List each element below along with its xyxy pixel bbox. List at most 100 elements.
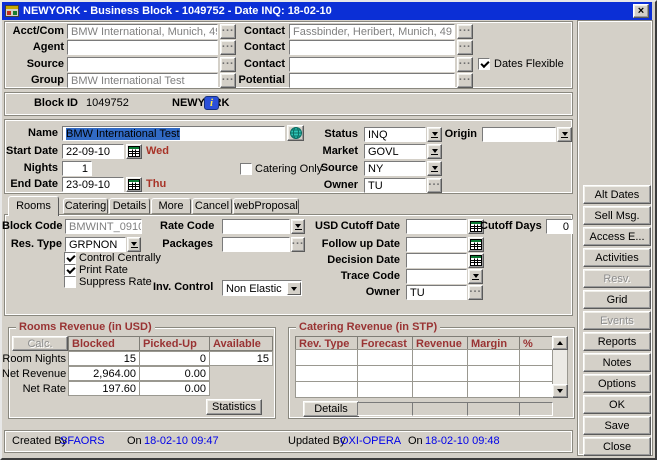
close-action-button[interactable]: Close	[583, 437, 651, 456]
tab-cancel[interactable]: Cancel	[192, 198, 232, 214]
alt-dates-button[interactable]: Alt Dates	[583, 185, 651, 204]
calendar-icon	[128, 179, 140, 190]
print-rate-checkbox[interactable]	[64, 264, 76, 276]
inv-control-combobox[interactable]: Non Elastic	[222, 280, 302, 296]
catering-cell[interactable]	[412, 349, 468, 366]
tab-rooms[interactable]: Rooms	[8, 196, 59, 216]
packages-lookup-button[interactable]: ...	[291, 237, 305, 252]
grid-button[interactable]: Grid	[583, 290, 651, 309]
block-id-value: 1049752	[86, 96, 129, 111]
catering-cell[interactable]	[357, 381, 413, 398]
owner-field[interactable]: TU	[364, 178, 426, 193]
contact3-field[interactable]	[289, 57, 455, 72]
catering-cell[interactable]	[467, 349, 520, 366]
control-centrally-checkbox[interactable]	[64, 252, 76, 264]
ok-button[interactable]: OK	[583, 395, 651, 414]
rate-code-dropdown-button[interactable]	[291, 219, 305, 234]
scroll-up-button[interactable]	[552, 336, 568, 350]
catering-cell[interactable]	[519, 381, 553, 398]
acct-com-field[interactable]: BMW International, Munich, 49 8 215 6	[67, 24, 218, 39]
cutoff-date-field[interactable]	[406, 219, 467, 234]
contact3-lookup-button[interactable]: ...	[457, 57, 473, 72]
origin-dropdown-button[interactable]	[557, 127, 572, 142]
sell-msg-button[interactable]: Sell Msg.	[583, 206, 651, 225]
net-revenue-pickedup[interactable]: 0.00	[139, 366, 210, 381]
notes-button[interactable]: Notes	[583, 353, 651, 372]
rate-code-field[interactable]	[222, 219, 290, 234]
origin-field[interactable]	[482, 127, 556, 142]
contact1-lookup-button[interactable]: ...	[457, 24, 473, 39]
catering-cell[interactable]	[412, 381, 468, 398]
catering-cell[interactable]	[519, 349, 553, 366]
catering-cell[interactable]	[412, 365, 468, 382]
agent-field[interactable]	[67, 40, 218, 55]
tab-more[interactable]: More	[151, 198, 191, 214]
start-date-field[interactable]: 22-09-10	[62, 144, 124, 159]
contact1-field[interactable]: Fassbinder, Heribert, Munich, 49 8 125	[289, 24, 455, 39]
tab-webproposal[interactable]: webProposal	[233, 198, 299, 214]
room-nights-blocked[interactable]: 15	[68, 351, 140, 366]
source-dropdown-button[interactable]	[427, 161, 442, 176]
scroll-down-button[interactable]	[552, 384, 568, 398]
name-field[interactable]: BMW International Test	[62, 126, 285, 141]
statistics-button[interactable]: Statistics	[206, 399, 262, 415]
follow-up-date-field[interactable]	[406, 237, 467, 252]
tab-catering[interactable]: Catering	[63, 198, 108, 214]
trace-code-field[interactable]	[406, 269, 467, 284]
room-nights-pickedup[interactable]: 0	[139, 351, 210, 366]
contact2-lookup-button[interactable]: ...	[457, 40, 473, 55]
status-field[interactable]: INQ	[364, 127, 426, 142]
net-rate-blocked[interactable]: 197.60	[68, 381, 140, 396]
titlebar[interactable]: NEWYORK - Business Block - 1049752 - Dat…	[2, 2, 652, 20]
source-code-field[interactable]: NY	[364, 161, 426, 176]
catering-cell[interactable]	[357, 365, 413, 382]
potential-field[interactable]	[289, 73, 455, 88]
group-field[interactable]: BMW International Test	[67, 73, 218, 88]
save-button[interactable]: Save	[583, 416, 651, 435]
options-button[interactable]: Options	[583, 374, 651, 393]
catering-cell[interactable]	[467, 381, 520, 398]
catering-cell[interactable]	[295, 349, 358, 366]
contact2-field[interactable]	[289, 40, 455, 55]
decision-date-calendar-button[interactable]	[468, 253, 484, 268]
net-rate-pickedup[interactable]: 0.00	[139, 381, 210, 396]
potential-lookup-button[interactable]: ...	[457, 73, 473, 88]
end-date-calendar-button[interactable]	[126, 177, 142, 192]
trace-code-dropdown-button[interactable]	[468, 269, 483, 284]
net-revenue-blocked[interactable]: 2,964.00	[68, 366, 140, 381]
inv-control-dropdown-button[interactable]	[287, 282, 301, 295]
close-button[interactable]: ×	[633, 4, 649, 18]
details-button[interactable]: Details	[303, 401, 359, 417]
room-nights-available[interactable]: 15	[209, 351, 273, 366]
rooms-owner-field[interactable]: TU	[406, 285, 467, 300]
market-field[interactable]: GOVL	[364, 144, 426, 159]
tab-details[interactable]: Details	[109, 198, 150, 214]
app-icon	[5, 5, 19, 17]
catering-cell[interactable]	[295, 365, 358, 382]
access-excl-button[interactable]: Access E...	[583, 227, 651, 246]
packages-field[interactable]	[222, 237, 290, 252]
follow-up-date-calendar-button[interactable]	[468, 237, 484, 252]
catering-cell[interactable]	[467, 365, 520, 382]
catering-only-checkbox[interactable]	[240, 163, 252, 175]
catering-cell[interactable]	[357, 349, 413, 366]
rooms-owner-lookup-button[interactable]: ...	[468, 285, 483, 300]
res-type-dropdown-button[interactable]	[127, 237, 141, 252]
decision-date-field[interactable]	[406, 253, 467, 268]
dates-flexible-checkbox[interactable]	[478, 58, 490, 70]
catering-cell[interactable]	[295, 381, 358, 398]
source-field[interactable]	[67, 57, 218, 72]
block-code-field[interactable]: BMWINT_0910	[65, 219, 142, 234]
res-type-field[interactable]: GRPNON	[65, 237, 126, 252]
market-dropdown-button[interactable]	[427, 144, 442, 159]
reports-button[interactable]: Reports	[583, 332, 651, 351]
activities-button[interactable]: Activities	[583, 248, 651, 267]
info-button[interactable]: i	[204, 96, 219, 110]
nights-field[interactable]: 1	[62, 161, 92, 176]
owner-lookup-button[interactable]: ...	[427, 178, 442, 193]
end-date-field[interactable]: 23-09-10	[62, 177, 124, 192]
suppress-rate-checkbox[interactable]	[64, 276, 76, 288]
cutoff-days-field[interactable]: 0	[546, 219, 573, 234]
catering-cell[interactable]	[519, 365, 553, 382]
start-date-calendar-button[interactable]	[126, 144, 142, 159]
